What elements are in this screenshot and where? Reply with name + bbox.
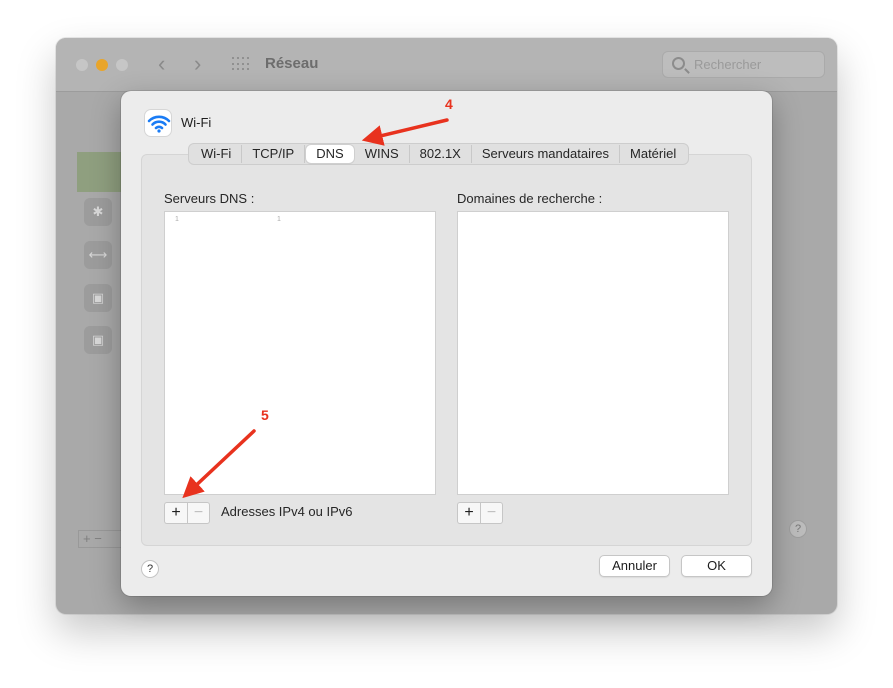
annotation-step-4: 4 bbox=[445, 96, 453, 112]
annotation-step-5: 5 bbox=[261, 407, 269, 423]
arrow-step-4 bbox=[361, 118, 449, 146]
arrow-step-5 bbox=[182, 429, 256, 499]
